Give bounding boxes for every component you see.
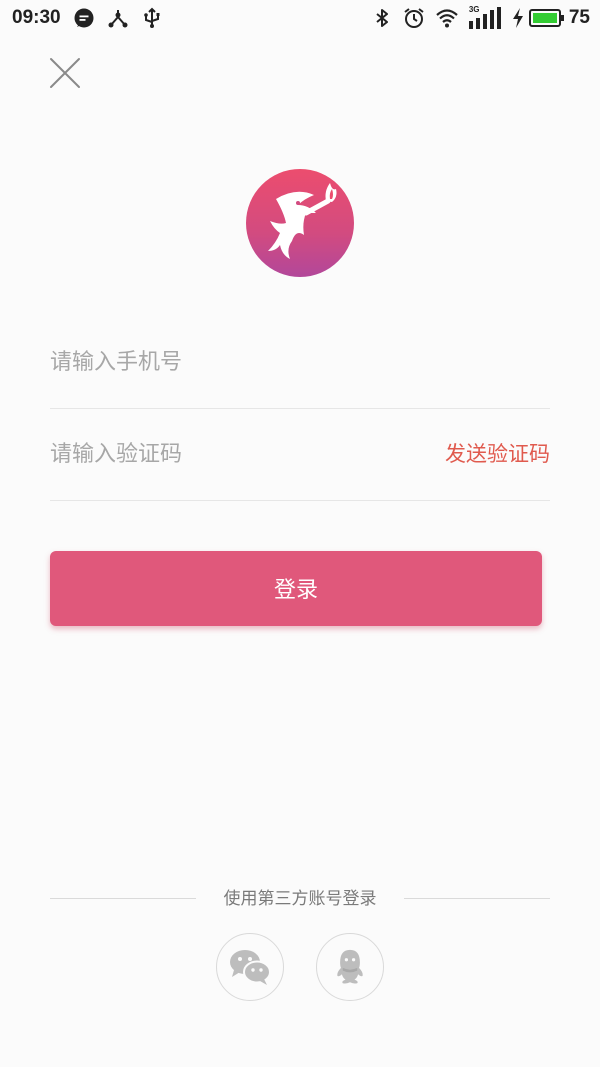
third-party-label: 使用第三方账号登录 (223, 889, 377, 909)
qq-icon (337, 949, 363, 984)
divider-line-right (404, 898, 550, 899)
chat-bubble-icon (74, 8, 94, 28)
close-icon (50, 58, 80, 88)
status-bar-right: 3G 75 (371, 0, 590, 36)
phone-field-row (50, 317, 550, 409)
login-button[interactable]: 登录 (50, 551, 542, 626)
code-field-row: 发送验证码 (50, 409, 550, 501)
status-bar-left: 09:30 (12, 0, 175, 36)
phone-input[interactable] (50, 317, 550, 408)
send-code-button[interactable]: 发送验证码 (445, 409, 550, 500)
alarm-icon (404, 8, 424, 28)
login-screen: 09:30 3G 75 请输入手机号 请输入验证码 发送验证码 登录 使用第三方… (0, 0, 600, 1067)
signal-group: 3G (468, 6, 501, 30)
app-logo-icon (268, 183, 337, 259)
battery-level: 75 (568, 7, 590, 28)
code-input[interactable] (50, 409, 410, 500)
battery-icon (528, 9, 564, 27)
status-bar: 09:30 3G 75 (0, 0, 600, 36)
third-party-divider: 使用第三方账号登录 (50, 885, 550, 913)
app-logo (246, 169, 354, 277)
wechat-icon (230, 950, 271, 985)
close-button[interactable] (46, 54, 84, 92)
wechat-login-button[interactable] (216, 933, 284, 1001)
charging-icon (512, 8, 523, 28)
qq-login-button[interactable] (316, 933, 384, 1001)
wifi-icon (436, 9, 458, 28)
bluetooth-icon (376, 9, 388, 27)
status-time: 09:30 (12, 7, 61, 28)
share-icon (108, 10, 128, 28)
signal-icon (468, 7, 501, 29)
usb-icon (143, 7, 160, 28)
